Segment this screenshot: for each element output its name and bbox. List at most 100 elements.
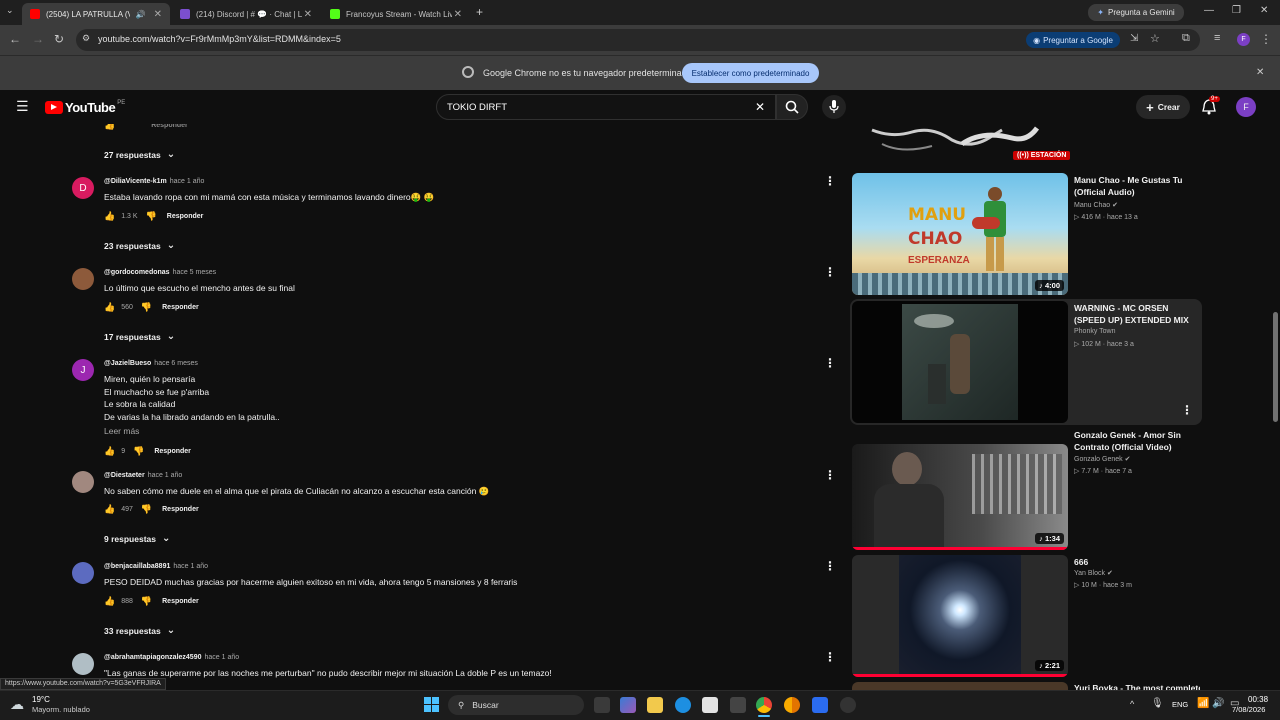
bookmark-star-icon[interactable]: ☆ xyxy=(1150,32,1160,45)
comment-time[interactable]: hace 5 meses xyxy=(173,269,217,276)
minimize-icon[interactable]: — xyxy=(1204,5,1214,16)
app-icon[interactable] xyxy=(840,697,856,713)
video-thumbnail[interactable]: ♪ 2:21 xyxy=(852,555,1068,677)
video-title[interactable]: WARNING - MC ORSEN (SPEED UP) EXTENDED M… xyxy=(1074,302,1200,326)
menu-kebab-icon[interactable]: ⋮ xyxy=(1260,32,1272,46)
reload-icon[interactable]: ↻ xyxy=(54,32,64,46)
search-input[interactable]: TOKIO DIRFT xyxy=(447,102,507,113)
set-default-button[interactable]: Establecer como predeterminado xyxy=(682,63,819,83)
reply-button[interactable]: Responder xyxy=(167,213,204,220)
close-tab-icon[interactable]: ✕ xyxy=(154,9,162,20)
close-window-icon[interactable]: ✕ xyxy=(1260,5,1268,16)
avatar[interactable] xyxy=(72,653,94,675)
avatar[interactable]: J xyxy=(72,359,94,381)
search-box[interactable]: TOKIO DIRFT ✕ xyxy=(436,94,776,120)
replies-toggle[interactable]: 17 respuestas ⌄ xyxy=(104,331,175,342)
comment-time[interactable]: hace 1 año xyxy=(148,472,183,479)
restore-icon[interactable]: ❐ xyxy=(1232,5,1241,16)
video-thumbnail[interactable] xyxy=(852,301,1068,423)
avatar[interactable]: D xyxy=(72,177,94,199)
author-name[interactable]: @JazielBueso xyxy=(104,360,151,367)
file-explorer-icon[interactable] xyxy=(647,697,663,713)
url-text[interactable]: youtube.com/watch?v=Fr9rMmMp3mY&list=RDM… xyxy=(98,34,341,44)
avatar[interactable] xyxy=(72,268,94,290)
video-channel[interactable]: Yan Block ✔ xyxy=(1074,569,1113,577)
comment-author[interactable]: @gordocomedonas hace 5 meses xyxy=(104,269,216,276)
video-thumbnail[interactable] xyxy=(852,682,1068,690)
clock-time[interactable]: 00:38 xyxy=(1248,695,1268,704)
replies-toggle[interactable]: 27 respuestas ⌄ xyxy=(104,149,175,160)
forward-icon[interactable]: → xyxy=(32,32,44,46)
voice-search-button[interactable] xyxy=(822,95,846,119)
youtube-logo[interactable]: YouTube PE xyxy=(45,100,125,115)
like-icon[interactable]: 👍 xyxy=(104,302,115,313)
page-scrollbar[interactable] xyxy=(1271,90,1280,690)
dislike-icon[interactable]: 👎 xyxy=(141,302,152,313)
comment-menu-icon[interactable]: ⋮ xyxy=(824,559,836,573)
replies-toggle[interactable]: 23 respuestas ⌄ xyxy=(104,240,175,251)
tab-kick[interactable]: Francoyus Stream - Watch Live ✕ xyxy=(322,3,470,25)
reply-button[interactable]: Responder xyxy=(162,304,199,311)
replies-toggle[interactable]: 9 respuestas ⌄ xyxy=(104,533,170,544)
like-icon[interactable]: 👍 xyxy=(104,211,115,222)
author-name[interactable]: @benjacaillaba8891 xyxy=(104,563,170,570)
reply-button[interactable]: Responder xyxy=(151,124,188,129)
wifi-icon[interactable]: 📶 xyxy=(1197,698,1209,709)
store-icon[interactable] xyxy=(702,697,718,713)
task-view-icon[interactable] xyxy=(594,697,610,713)
back-icon[interactable]: ← xyxy=(9,32,21,46)
new-tab-icon[interactable]: + xyxy=(476,5,483,19)
reply-button[interactable]: Responder xyxy=(162,506,199,513)
weather-desc[interactable]: Mayorm. nublado xyxy=(32,705,90,714)
cloud-icon[interactable]: ☁ xyxy=(10,696,24,713)
video-thumbnail[interactable]: ♪ 1:34 xyxy=(852,444,1068,550)
comment-time[interactable]: hace 6 meses xyxy=(154,360,198,367)
ask-google-button[interactable]: ◉ Preguntar a Google xyxy=(1026,32,1120,48)
dislike-icon[interactable]: 👎 xyxy=(146,211,157,222)
like-icon[interactable]: 👍 xyxy=(104,596,115,607)
speaker-icon[interactable]: 🔊 xyxy=(136,10,146,19)
dislike-icon[interactable]: 👎 xyxy=(133,446,144,457)
author-name[interactable]: @Diestaeter xyxy=(104,472,145,479)
video-menu-icon[interactable]: ⋮ xyxy=(1181,403,1193,417)
tab-youtube[interactable]: (2504) LA PATRULLA (Video 🔊 ✕ xyxy=(22,3,170,25)
comment-menu-icon[interactable]: ⋮ xyxy=(824,356,836,370)
video-thumbnail[interactable]: MANU CHAO ESPERANZA ♪ 4:00 xyxy=(852,173,1068,295)
microphone-tray-icon[interactable]: 🎙 xyxy=(1151,698,1164,709)
channel-name[interactable]: Manu Chao xyxy=(1074,202,1110,209)
avatar[interactable] xyxy=(72,562,94,584)
video-title[interactable]: 666 xyxy=(1074,556,1200,568)
account-avatar[interactable]: F xyxy=(1236,97,1256,117)
comment-menu-icon[interactable]: ⋮ xyxy=(824,174,836,188)
close-tab-icon[interactable]: ✕ xyxy=(454,9,462,20)
comment-time[interactable]: hace 1 año xyxy=(204,654,239,661)
app-icon[interactable] xyxy=(730,697,746,713)
comment-time[interactable]: hace 1 año xyxy=(173,563,208,570)
video-title[interactable]: Gonzalo Genek - Amor Sin Contrato (Offic… xyxy=(1074,429,1200,453)
scrollbar-thumb[interactable] xyxy=(1273,312,1278,422)
channel-name[interactable]: Yan Block xyxy=(1074,570,1105,577)
dislike-icon[interactable]: 👎 xyxy=(141,596,152,607)
chrome-beta-icon[interactable] xyxy=(784,697,800,713)
read-more-link[interactable]: Leer más xyxy=(104,425,139,438)
comment-menu-icon[interactable]: ⋮ xyxy=(824,650,836,664)
notifications-button[interactable]: 9+ xyxy=(1202,96,1220,120)
dislike-icon[interactable]: 👎 xyxy=(141,504,152,515)
video-channel[interactable]: Manu Chao ✔ xyxy=(1074,201,1118,209)
author-name[interactable]: @gordocomedonas xyxy=(104,269,170,276)
site-info-icon[interactable]: ⚙ xyxy=(82,33,90,44)
media-icon[interactable]: ≡ xyxy=(1214,32,1220,44)
comment-time[interactable]: hace 1 año xyxy=(170,178,205,185)
channel-name[interactable]: Phonky Town xyxy=(1074,328,1116,335)
comment-author[interactable]: @JazielBueso hace 6 meses xyxy=(104,360,198,367)
copilot-icon[interactable] xyxy=(620,697,636,713)
like-icon[interactable]: 👍 xyxy=(104,504,115,515)
channel-name[interactable]: Gonzalo Genek xyxy=(1074,456,1123,463)
tab-search-icon[interactable]: ⌄ xyxy=(6,5,14,16)
volume-icon[interactable]: 🔊 xyxy=(1212,698,1224,709)
video-channel[interactable]: Gonzalo Genek ✔ xyxy=(1074,455,1130,463)
avatar[interactable] xyxy=(72,471,94,493)
taskbar-search[interactable]: ⚲ Buscar xyxy=(448,695,584,715)
close-infobar-icon[interactable]: ✕ xyxy=(1256,67,1264,78)
chevron-up-icon[interactable]: ^ xyxy=(1130,699,1134,709)
